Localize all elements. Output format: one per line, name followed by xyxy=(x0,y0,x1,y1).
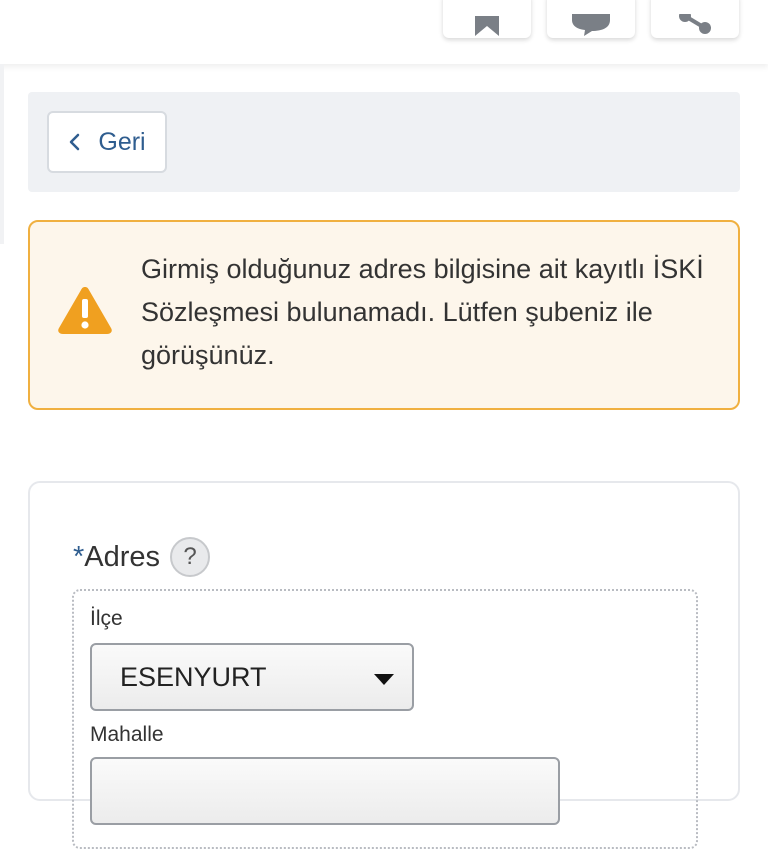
warning-alert: Girmiş olduğunuz adres bilgisine ait kay… xyxy=(28,220,740,410)
share-button[interactable] xyxy=(651,0,739,38)
comment-icon xyxy=(572,14,610,36)
address-fieldset: İlçe ESENYURT Mahalle xyxy=(72,589,698,849)
neighborhood-label: Mahalle xyxy=(90,723,164,746)
address-label-text: Adres xyxy=(84,540,161,573)
back-navigation-area: Geri xyxy=(28,92,740,192)
top-action-bar xyxy=(0,0,768,64)
bookmark-icon xyxy=(475,16,499,36)
address-field-label: * Adres ? xyxy=(73,537,211,577)
share-icon xyxy=(679,14,711,34)
chevron-left-icon xyxy=(70,133,80,151)
warning-message: Girmiş olduğunuz adres bilgisine ait kay… xyxy=(141,254,704,370)
neighborhood-select[interactable] xyxy=(90,757,560,825)
district-label: İlçe xyxy=(90,607,123,630)
required-marker: * xyxy=(73,540,85,573)
district-select[interactable]: ESENYURT xyxy=(90,643,414,711)
back-button-label: Geri xyxy=(98,127,146,156)
left-edge-strip xyxy=(0,64,4,244)
address-form-card: * Adres ? İlçe ESENYURT Mahalle xyxy=(28,481,740,849)
caret-down-icon xyxy=(374,674,394,685)
back-button[interactable]: Geri xyxy=(47,111,167,173)
comment-button[interactable] xyxy=(547,0,635,38)
district-select-value: ESENYURT xyxy=(120,661,267,692)
help-icon[interactable]: ? xyxy=(170,537,211,577)
bookmark-button[interactable] xyxy=(443,0,531,38)
warning-triangle-icon xyxy=(58,287,112,334)
